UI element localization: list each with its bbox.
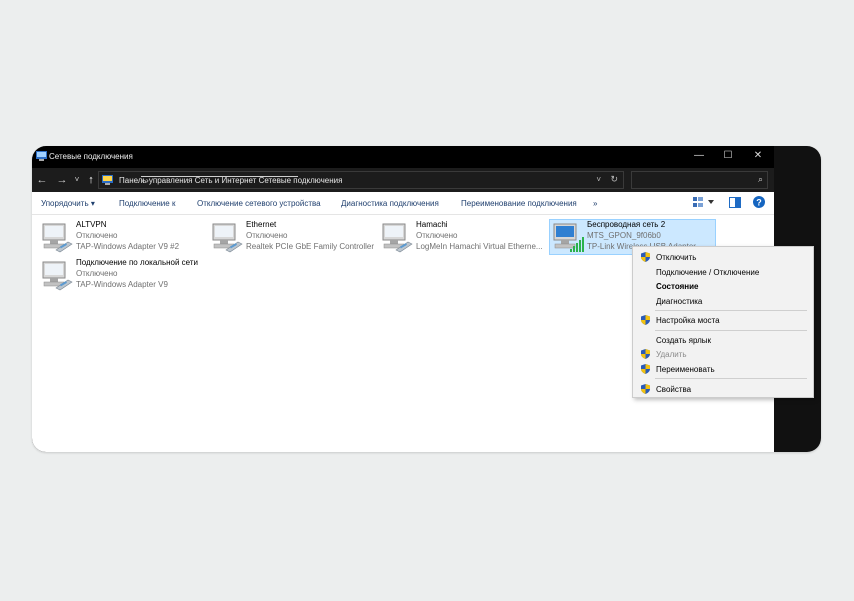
connection-item-ethernet[interactable]: Ethernet Отключено Realtek PCIe GbE Fami… bbox=[210, 220, 380, 256]
close-button[interactable]: ✕ bbox=[743, 146, 773, 168]
connection-name: ALTVPN bbox=[76, 220, 107, 229]
menu-item-label: Переименовать bbox=[656, 365, 715, 374]
network-adapter-icon bbox=[382, 223, 413, 253]
connection-status: Отключено bbox=[416, 231, 458, 240]
address-dropdown-icon[interactable]: ˅ bbox=[596, 175, 601, 184]
minimize-button[interactable]: — bbox=[684, 146, 714, 168]
menu-item-disable[interactable]: Отключить bbox=[633, 250, 813, 264]
connection-item-altvpn[interactable]: ALTVPN Отключено TAP-Windows Adapter V9 … bbox=[40, 220, 200, 256]
menu-item-label: Диагностика bbox=[656, 297, 703, 306]
title-bar: Сетевые подключения — ☐ ✕ bbox=[32, 146, 774, 168]
context-menu: Отключить Подключение / Отключение Состо… bbox=[632, 246, 814, 398]
search-icon[interactable]: ⌕ bbox=[758, 174, 763, 185]
connection-name: Беспроводная сеть 2 bbox=[587, 220, 666, 229]
uac-shield-icon bbox=[641, 364, 650, 374]
maximize-button[interactable]: ☐ bbox=[713, 146, 743, 168]
connection-item-hamachi[interactable]: Hamachi Отключено LogMeIn Hamachi Virtua… bbox=[380, 220, 550, 256]
breadcrumb-control-panel[interactable]: Панель управления bbox=[119, 176, 193, 185]
breadcrumb-network-connections[interactable]: Сетевые подключения bbox=[259, 176, 343, 185]
uac-shield-icon bbox=[641, 349, 650, 359]
menu-item-label: Настройка моста bbox=[656, 316, 720, 325]
help-icon[interactable]: ? bbox=[753, 196, 765, 208]
menu-item-delete: Удалить bbox=[633, 347, 813, 361]
menu-item-rename[interactable]: Переименовать bbox=[633, 362, 813, 376]
connection-name: Подключение по локальной сети bbox=[76, 258, 198, 267]
navigation-bar: ← → ˅ ↑ › Панель управления › Сеть и Инт… bbox=[32, 168, 774, 192]
menu-item-label: Удалить bbox=[656, 350, 687, 359]
preview-pane-icon[interactable] bbox=[729, 197, 741, 208]
connection-item-local[interactable]: Подключение по локальной сети Отключено … bbox=[40, 258, 240, 294]
uac-shield-icon bbox=[641, 384, 650, 394]
network-adapter-icon bbox=[42, 261, 73, 291]
menu-item-status[interactable]: Состояние bbox=[633, 279, 813, 293]
refresh-icon[interactable]: ↻ bbox=[610, 174, 618, 185]
window-title: Сетевые подключения bbox=[49, 152, 133, 161]
menu-separator bbox=[655, 378, 807, 379]
forward-arrow-icon[interactable]: → bbox=[55, 173, 69, 187]
connection-name: Ethernet bbox=[246, 220, 277, 229]
connection-name: Hamachi bbox=[416, 220, 448, 229]
breadcrumb: › Панель управления › Сеть и Интернет › … bbox=[119, 176, 342, 185]
network-adapter-icon bbox=[42, 223, 73, 253]
menu-separator bbox=[655, 310, 807, 311]
menu-item-label: Свойства bbox=[656, 385, 692, 394]
menu-item-create-shortcut[interactable]: Создать ярлык bbox=[633, 333, 813, 347]
address-bar[interactable]: › Панель управления › Сеть и Интернет › … bbox=[98, 171, 624, 189]
disable-device-button[interactable]: Отключение сетевого устройства bbox=[197, 199, 321, 208]
diagnose-button[interactable]: Диагностика подключения bbox=[341, 199, 439, 208]
menu-item-label: Отключить bbox=[656, 253, 697, 262]
breadcrumb-separator: › bbox=[146, 176, 298, 185]
svg-text:?: ? bbox=[756, 198, 762, 208]
connection-status: Отключено bbox=[76, 269, 118, 278]
menu-item-properties[interactable]: Свойства bbox=[633, 382, 813, 396]
wireless-adapter-icon bbox=[553, 223, 584, 252]
connection-device: LogMeIn Hamachi Virtual Etherne... bbox=[416, 242, 543, 251]
connection-device: TAP-Windows Adapter V9 bbox=[76, 280, 168, 289]
network-adapter-icon bbox=[212, 223, 243, 253]
connection-device: Realtek PCIe GbE Family Controller bbox=[246, 242, 375, 251]
connect-to-button[interactable]: Подключение к bbox=[119, 199, 175, 208]
recent-locations-icon[interactable]: ˅ bbox=[70, 173, 84, 187]
up-arrow-icon[interactable]: ↑ bbox=[84, 173, 98, 187]
uac-shield-icon bbox=[641, 252, 650, 262]
connection-status: MTS_GPON_9f06b0 bbox=[587, 231, 661, 240]
connection-status: Отключено bbox=[76, 231, 118, 240]
uac-shield-icon bbox=[641, 315, 650, 325]
change-view-icon[interactable] bbox=[693, 197, 715, 208]
back-arrow-icon[interactable]: ← bbox=[35, 173, 49, 187]
network-connections-icon bbox=[36, 151, 47, 161]
menu-item-label: Состояние bbox=[656, 282, 699, 291]
more-commands-button[interactable]: » bbox=[593, 199, 597, 208]
organize-button[interactable]: Упорядочить ▾ bbox=[41, 199, 95, 208]
connection-device: TAP-Windows Adapter V9 #2 bbox=[76, 242, 180, 251]
menu-item-label: Подключение / Отключение bbox=[656, 268, 760, 277]
menu-item-label: Создать ярлык bbox=[656, 336, 712, 345]
connection-status: Отключено bbox=[246, 231, 288, 240]
rename-button[interactable]: Переименование подключения bbox=[461, 199, 577, 208]
menu-item-diagnose[interactable]: Диагностика bbox=[633, 294, 813, 308]
menu-item-bridge[interactable]: Настройка моста bbox=[633, 313, 813, 327]
search-input[interactable]: ⌕ bbox=[631, 171, 768, 189]
breadcrumb-network-internet[interactable]: Сеть и Интернет bbox=[195, 176, 257, 185]
command-bar: Упорядочить ▾ Подключение к Отключение с… bbox=[32, 192, 774, 215]
control-panel-icon bbox=[102, 175, 113, 185]
menu-separator bbox=[655, 330, 807, 331]
menu-item-connect-disconnect[interactable]: Подключение / Отключение bbox=[633, 265, 813, 279]
